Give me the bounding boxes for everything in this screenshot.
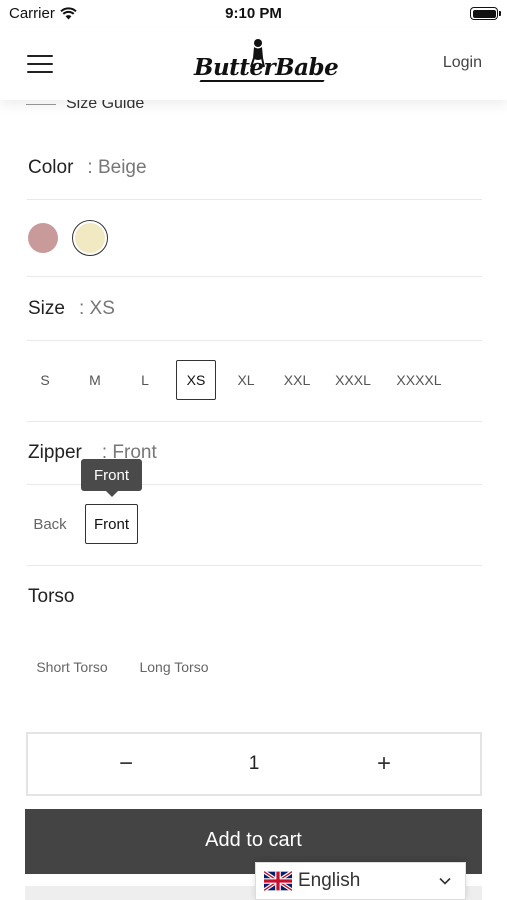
size-option-xxl[interactable]: XXL xyxy=(279,360,315,400)
quantity-increment-button[interactable]: + xyxy=(369,750,399,778)
size-option-xl[interactable]: XL xyxy=(230,360,262,400)
quantity-stepper: − + xyxy=(26,732,482,796)
battery-icon xyxy=(470,7,501,20)
divider xyxy=(27,565,482,566)
torso-option-short[interactable]: Short Torso xyxy=(28,647,116,687)
color-selected-value: : Beige xyxy=(87,157,147,178)
login-link[interactable]: Login xyxy=(443,54,482,72)
swatch-beige[interactable] xyxy=(75,223,105,253)
menu-button[interactable] xyxy=(27,55,53,75)
divider xyxy=(27,340,482,341)
torso-option-long[interactable]: Long Torso xyxy=(132,647,216,687)
size-option-l[interactable]: L xyxy=(130,360,160,400)
zipper-option-back[interactable]: Back xyxy=(28,504,72,544)
brand-name: ButterBabe xyxy=(194,54,339,81)
chevron-down-icon xyxy=(439,877,451,885)
size-label: Size : XS xyxy=(28,298,115,320)
logo-underline xyxy=(199,80,325,82)
color-label: Color : Beige xyxy=(28,157,147,179)
color-title: Color xyxy=(28,157,74,178)
language-label: English xyxy=(298,870,361,891)
brand-logo[interactable]: ButterBabe xyxy=(194,38,339,88)
size-option-xs[interactable]: XS xyxy=(176,360,216,400)
clock: 9:10 PM xyxy=(225,5,282,22)
status-bar: Carrier 9:10 PM xyxy=(0,0,507,28)
size-option-xxxxl[interactable]: XXXXL xyxy=(394,360,444,400)
divider xyxy=(27,421,482,422)
zipper-option-front[interactable]: Front xyxy=(85,504,138,544)
zipper-tooltip: Front xyxy=(81,459,142,497)
size-option-xxxl[interactable]: XXXL xyxy=(332,360,374,400)
zipper-title: Zipper xyxy=(28,442,82,463)
size-option-m[interactable]: M xyxy=(80,360,110,400)
uk-flag-icon xyxy=(264,871,292,891)
app-header: ButterBabe Login xyxy=(0,28,507,100)
divider xyxy=(27,276,482,277)
size-option-s[interactable]: S xyxy=(30,360,60,400)
swatch-dusty-rose[interactable] xyxy=(28,223,58,253)
quantity-decrement-button[interactable]: − xyxy=(111,750,141,778)
quantity-input[interactable] xyxy=(228,753,280,775)
torso-label: Torso xyxy=(28,586,74,608)
size-title: Size xyxy=(28,298,65,319)
language-selector[interactable]: English xyxy=(255,862,466,900)
divider xyxy=(27,199,482,200)
size-selected-value: : XS xyxy=(78,298,115,319)
size-guide-line xyxy=(26,103,56,105)
torso-title: Torso xyxy=(28,586,75,607)
